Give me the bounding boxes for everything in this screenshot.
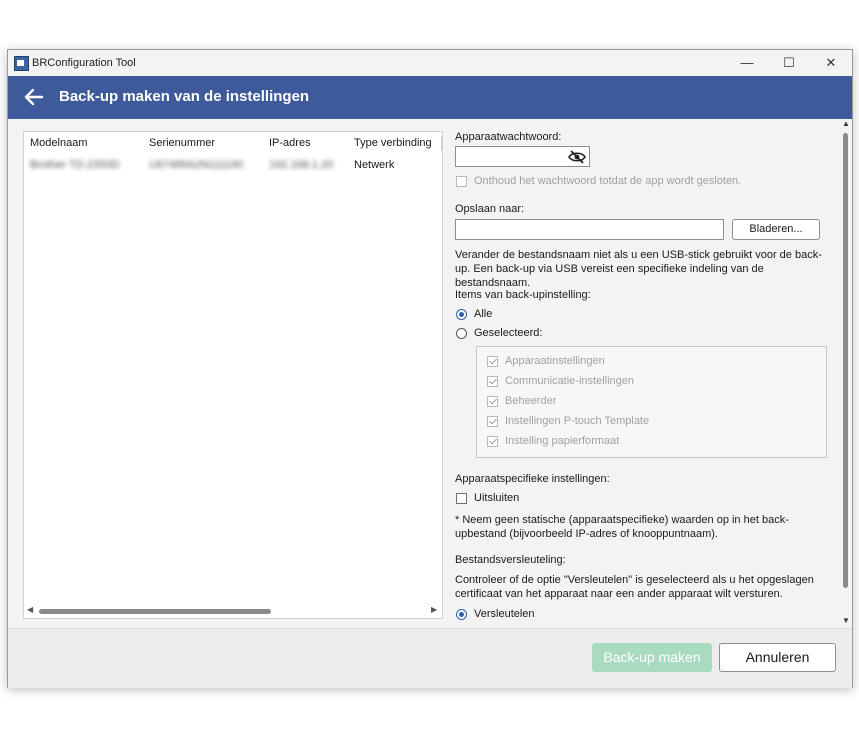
vertical-scrollbar[interactable]: ▲ ▼ [840,119,852,628]
column-header-serial[interactable]: Serienummer [149,137,215,149]
cell-ip: 192.168.1.20 [269,159,334,171]
save-path-input[interactable] [455,219,724,240]
column-header-ip[interactable]: IP-adres [269,137,311,149]
settings-form: Apparaatwachtwoord: Onthoud het wachtwoo… [455,119,835,628]
minimize-button[interactable]: — [726,50,768,76]
column-header-connection[interactable]: Type verbinding [354,137,432,149]
scroll-up-icon[interactable]: ▲ [842,119,850,128]
back-arrow-icon[interactable] [22,85,46,109]
save-to-label: Opslaan naar: [455,203,525,215]
title-bar: BRConfiguration Tool — ☐ ✕ [8,50,852,76]
app-icon [14,56,29,71]
item-label: Communicatie-instellingen [505,375,635,387]
backup-items-label: Items van back-upinstelling: [455,289,591,301]
device-table[interactable]: Modelnaam Serienummer IP-adres Type verb… [23,131,443,619]
main-content: Modelnaam Serienummer IP-adres Type verb… [8,119,852,628]
backup-button[interactable]: Back-up maken [592,643,712,672]
encryption-label: Bestandsversleuteling: [455,554,566,566]
exclude-checkbox[interactable] [456,493,467,504]
radio-encrypt[interactable] [456,609,467,620]
scroll-down-icon[interactable]: ▼ [842,616,850,625]
radio-all[interactable] [456,309,467,320]
browse-button[interactable]: Bladeren... [732,219,820,240]
app-window: BRConfiguration Tool — ☐ ✕ Back-up maken… [7,49,853,688]
item-checkbox[interactable] [487,376,498,387]
radio-encrypt-label: Versleutelen [474,608,535,620]
scroll-right-icon[interactable]: ▶ [431,605,437,614]
close-button[interactable]: ✕ [810,50,852,76]
item-checkbox[interactable] [487,436,498,447]
password-label: Apparaatwachtwoord: [455,131,562,143]
password-input[interactable] [455,146,590,167]
column-separator [441,136,442,150]
item-checkbox[interactable] [487,416,498,427]
page-header: Back-up maken van de instellingen [8,76,852,119]
radio-all-label: Alle [474,308,493,320]
device-specific-label: Apparaatspecifieke instellingen: [455,473,610,485]
item-label: Instelling papierformaat [505,435,620,447]
item-label: Beheerder [505,395,557,407]
exclude-label: Uitsluiten [474,492,520,504]
backup-items-group: Apparaatinstellingen Communicatie-instel… [476,346,827,458]
column-header-model[interactable]: Modelnaam [30,137,87,149]
usb-note: Verander de bestandsnaam niet als u een … [455,249,822,289]
page-title: Back-up maken van de instellingen [59,88,310,105]
item-checkbox[interactable] [487,396,498,407]
cell-connection: Netwerk [354,159,395,171]
scrollbar-thumb[interactable] [39,609,271,614]
eye-slash-icon[interactable] [568,150,586,164]
item-checkbox[interactable] [487,356,498,367]
maximize-button[interactable]: ☐ [768,50,810,76]
cell-serial: U67489A2N111190 [149,159,244,171]
radio-selected-label: Geselecteerd: [474,327,543,339]
horizontal-scrollbar[interactable]: ◀ ▶ [24,604,442,618]
radio-selected[interactable] [456,328,467,339]
remember-password-checkbox[interactable] [456,176,467,187]
remember-password-label: Onthoud het wachtwoord totdat de app wor… [474,175,742,187]
exclude-note: * Neem geen statische (apparaatspecifiek… [455,514,789,540]
item-label: Instellingen P-touch Template [505,415,650,427]
window-title: BRConfiguration Tool [32,57,136,69]
cell-model: Brother TD-2350D [30,159,120,171]
footer-bar: Back-up maken Annuleren [8,628,852,688]
cancel-button[interactable]: Annuleren [719,643,836,672]
scrollbar-thumb[interactable] [843,133,848,588]
scroll-left-icon[interactable]: ◀ [27,605,33,614]
item-label: Apparaatinstellingen [505,355,605,367]
encryption-note: Controleer of de optie "Versleutelen" is… [455,574,814,600]
